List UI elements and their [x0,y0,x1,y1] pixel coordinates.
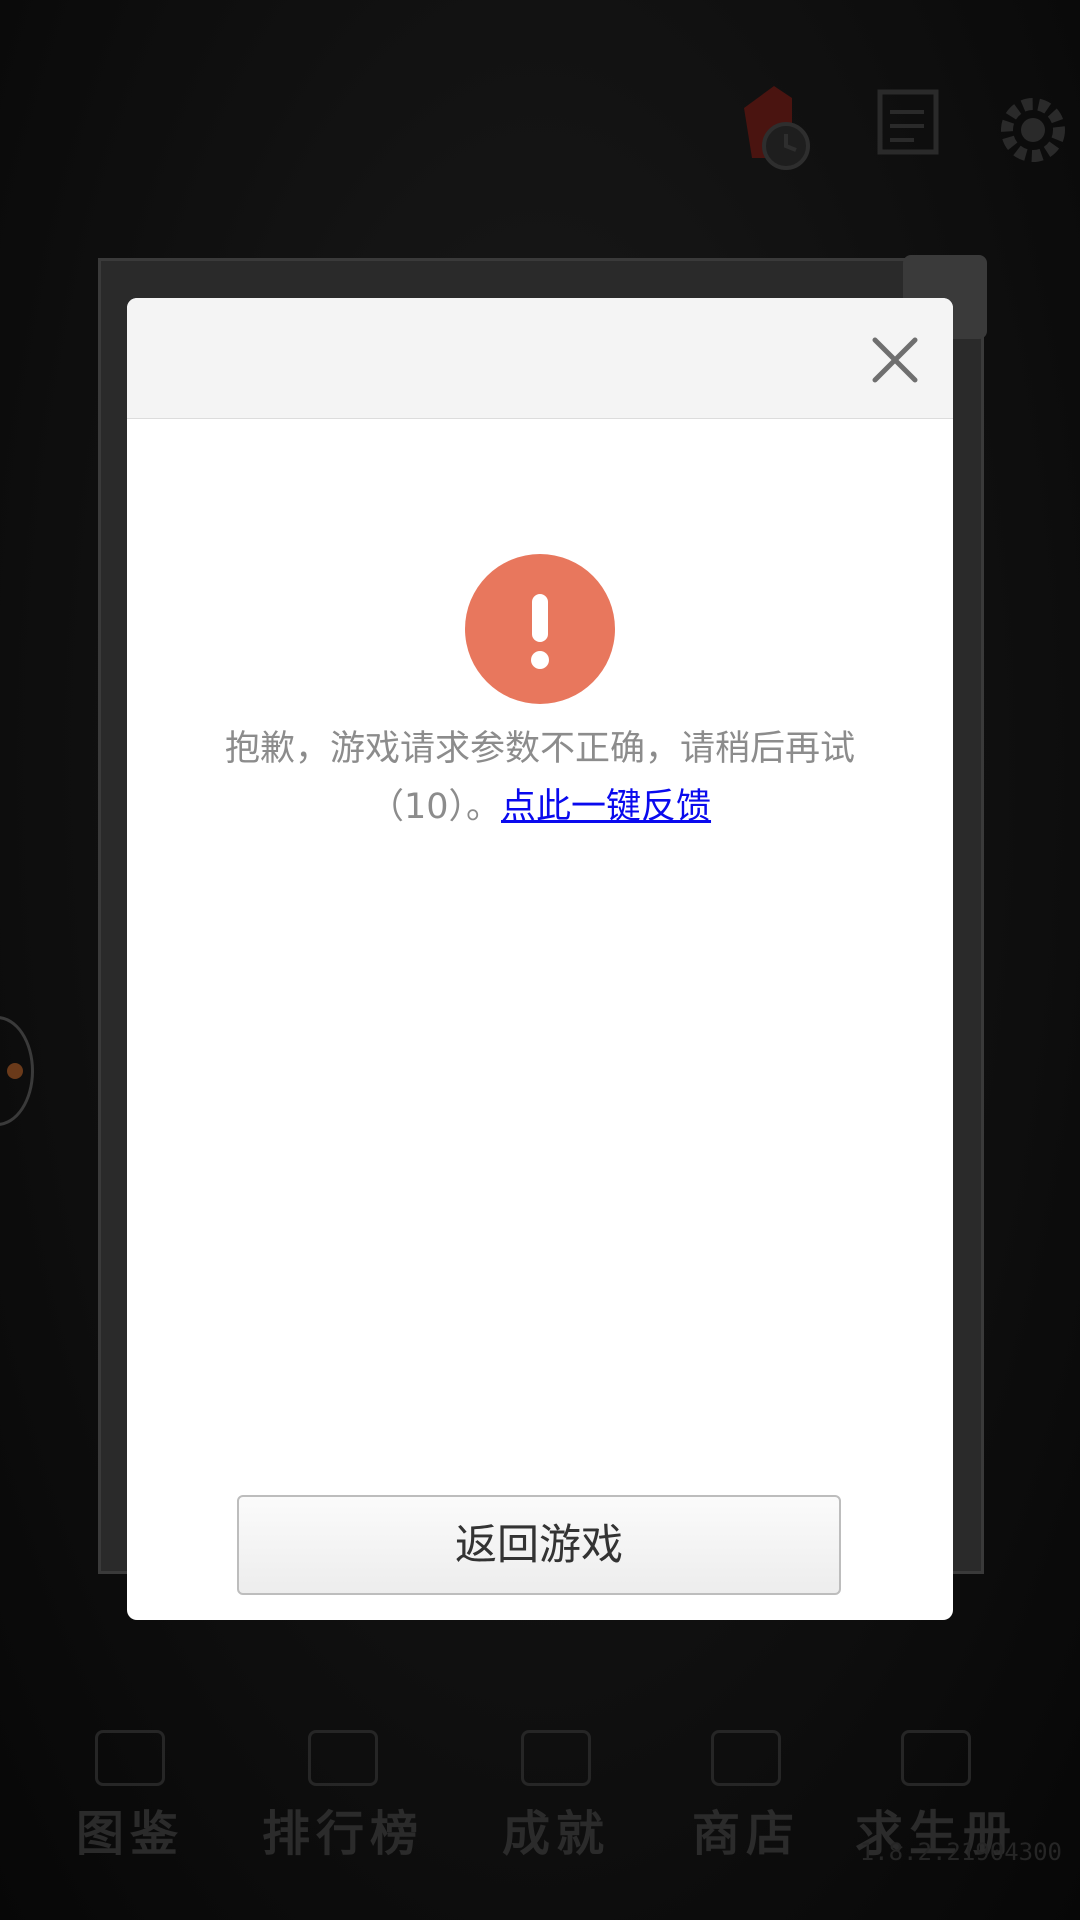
notebook-icon [901,1730,971,1786]
podium-icon [308,1730,378,1786]
scroll-quest-icon[interactable] [866,78,952,174]
side-badge-icon[interactable] [0,1016,34,1126]
error-message: 抱歉，游戏请求参数不正确，请稍后再试（10）。点此一键反馈 [197,720,883,836]
book-icon [95,1730,165,1786]
nav-item-shop[interactable]: 商店 [646,1720,846,1870]
nav-item-achievements[interactable]: 成就 [456,1720,656,1870]
nav-label: 成就 [501,1806,610,1862]
gear-icon[interactable] [990,78,1076,174]
error-dialog: 抱歉，游戏请求参数不正确，请稍后再试（10）。点此一键反馈 返回游戏 [127,298,953,1620]
return-to-game-button[interactable]: 返回游戏 [237,1495,841,1595]
nav-label: 图鉴 [75,1806,184,1862]
nav-label: 排行榜 [261,1806,424,1862]
exclamation-icon [465,554,615,704]
cart-icon [711,1730,781,1786]
nav-label: 商店 [691,1806,800,1862]
close-icon[interactable] [869,334,921,386]
trophy-icon [521,1730,591,1786]
nav-item-tujian[interactable]: 图鉴 [30,1720,230,1870]
price-tag-clock-icon[interactable] [734,78,820,174]
dialog-header [127,298,953,419]
screen: 图鉴 排行榜 成就 商店 求生册 1.8.2.21904300 抱歉，游戏请求参… [0,0,1080,1920]
version-label: 1.8.2.21904300 [859,1838,1062,1866]
bottom-nav: 图鉴 排行榜 成就 商店 求生册 1.8.2.21904300 [0,1720,1080,1870]
nav-item-leaderboard[interactable]: 排行榜 [243,1720,443,1870]
feedback-link[interactable]: 点此一键反馈 [501,787,711,827]
